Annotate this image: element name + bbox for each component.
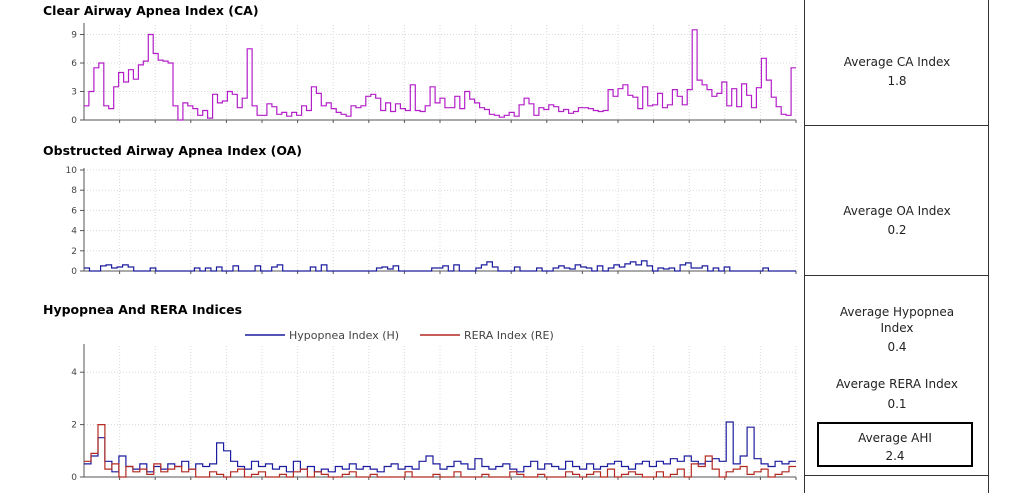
avg-oa-stat: Average OA Index 0.2 — [806, 203, 988, 239]
avg-hypopnea-label: Average Hypopnea Index — [839, 305, 955, 335]
hyp-tick-label-y: 4 — [71, 368, 77, 378]
summary-divider-3 — [804, 475, 989, 476]
avg-oa-label: Average OA Index — [843, 204, 951, 218]
avg-ahi-label: Average AHI — [858, 431, 932, 445]
ca-index-chart: 0 3 6 9 — [71, 23, 797, 126]
hyp-tick-label-y: 0 — [71, 473, 77, 483]
legend-label-1: Hypopnea Index (H) — [289, 329, 399, 342]
avg-ca-label: Average CA Index — [843, 55, 951, 69]
oa-tick-label-y: 10 — [66, 166, 78, 176]
avg-hypopnea-stat: Average Hypopnea Index 0.4 — [826, 304, 968, 355]
avg-rera-stat: Average RERA Index 0.1 — [806, 376, 988, 413]
avg-rera-value: 0.1 — [887, 397, 907, 411]
avg-oa-value: 0.2 — [887, 223, 907, 237]
oa-index-chart: 0 2 4 6 8 10 — [66, 166, 797, 277]
avg-hypopnea-value: 0.4 — [887, 340, 907, 354]
avg-ca-value: 1.8 — [887, 74, 907, 88]
ca-tick-label-y: 3 — [71, 88, 77, 98]
avg-ca-stat: Average CA Index 1.8 — [806, 54, 988, 90]
ca-tick-label-y: 6 — [71, 59, 77, 69]
oa-tick-label-y: 4 — [71, 227, 77, 237]
summary-divider-2 — [804, 275, 989, 276]
legend-label-2: RERA Index (RE) — [464, 329, 554, 342]
avg-ahi-value: 2.4 — [885, 449, 905, 463]
oa-tick-label-y: 2 — [71, 247, 77, 257]
summary-panel-right-border — [988, 0, 989, 493]
oa-tick-label-y: 8 — [71, 186, 77, 196]
avg-ahi-stat: Average AHI 2.4 — [817, 430, 973, 465]
oa-tick-label-y: 0 — [71, 267, 77, 277]
ca-tick-label-y: 0 — [71, 116, 77, 126]
oa-tick-label-y: 6 — [71, 206, 77, 216]
summary-panel-left-border — [804, 0, 805, 493]
avg-rera-label: Average RERA Index — [836, 377, 958, 391]
hyp-series-line-1 — [84, 421, 796, 473]
summary-divider-1 — [804, 125, 989, 126]
hypopnea-rera-chart: 0 2 4 Hypopnea Index (H) RERA Index (RE) — [71, 329, 797, 483]
ca-tick-label-y: 9 — [71, 31, 77, 41]
hyp-tick-label-y: 2 — [71, 421, 77, 431]
